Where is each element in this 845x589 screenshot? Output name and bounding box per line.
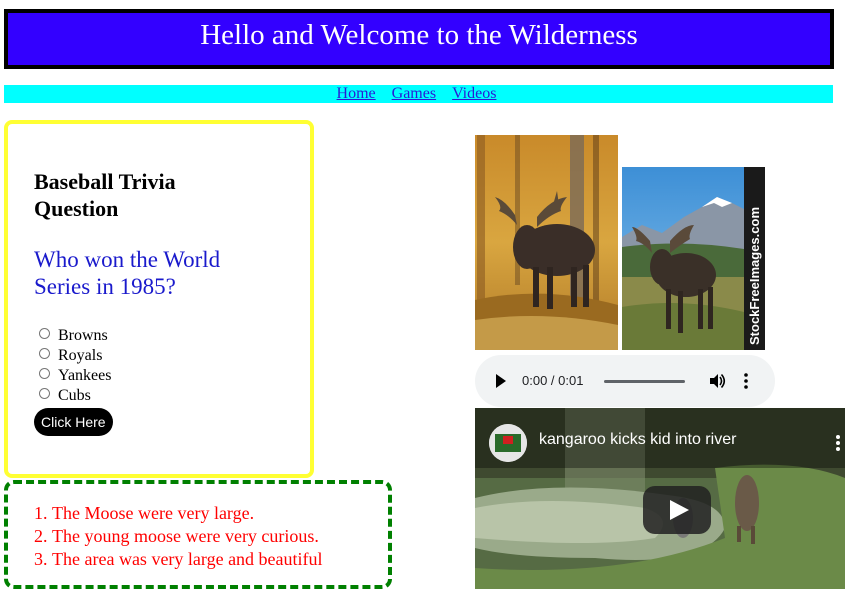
option-royals[interactable]: Royals [34,346,264,366]
option-label: Yankees [58,367,112,384]
option-cubs[interactable]: Cubs [34,386,264,406]
radio-yankees[interactable] [39,367,50,379]
trivia-question: Who won the World Series in 1985? [34,247,221,299]
option-label: Royals [58,347,103,364]
video-more-icon[interactable] [835,434,841,452]
video-embed[interactable]: kangaroo kicks kid into river [475,408,845,589]
play-icon[interactable] [496,374,506,388]
list-item: The young moose were very curious. [52,525,388,548]
trivia-box: Baseball Trivia Question Who won the Wor… [4,120,314,478]
facts-list: The Moose were very large. The young moo… [8,502,388,571]
channel-avatar[interactable] [489,424,527,462]
audio-player: 0:00 / 0:01 [475,355,775,407]
radio-cubs[interactable] [39,387,50,399]
trivia-heading: Baseball Trivia Question [34,169,176,221]
radio-browns[interactable] [39,327,50,339]
option-label: Cubs [58,387,91,404]
list-item: The area was very large and beautiful [52,548,388,571]
nav-link-games[interactable]: Games [392,85,440,103]
nav-link-home[interactable]: Home [337,85,380,103]
radio-royals[interactable] [39,347,50,359]
list-item: The Moose were very large. [52,502,388,525]
facts-box: The Moose were very large. The young moo… [4,480,392,589]
volume-icon[interactable] [708,372,726,390]
video-title[interactable]: kangaroo kicks kid into river [539,431,736,449]
moose-image-mountains: StockFreeImages.com [622,167,765,350]
page-title: Hello and Welcome to the Wilderness [200,18,638,51]
page: Hello and Welcome to the Wilderness Home… [0,0,845,589]
nav-link-videos[interactable]: Videos [452,85,500,103]
video-play-icon[interactable] [643,486,711,534]
click-here-button[interactable]: Click Here [34,408,113,436]
option-yankees[interactable]: Yankees [34,366,264,386]
answer-options: Browns Royals Yankees Cubs [34,326,264,406]
audio-seek-bar[interactable] [604,380,685,383]
watermark-text: StockFreeImages.com [747,207,762,345]
audio-time: 0:00 / 0:01 [522,373,584,388]
moose-image-forest [475,135,618,350]
option-label: Browns [58,327,108,344]
nav-bar: Home Games Videos [4,85,833,103]
more-options-icon[interactable] [743,372,749,390]
option-browns[interactable]: Browns [34,326,264,346]
header-banner: Hello and Welcome to the Wilderness [4,9,834,69]
